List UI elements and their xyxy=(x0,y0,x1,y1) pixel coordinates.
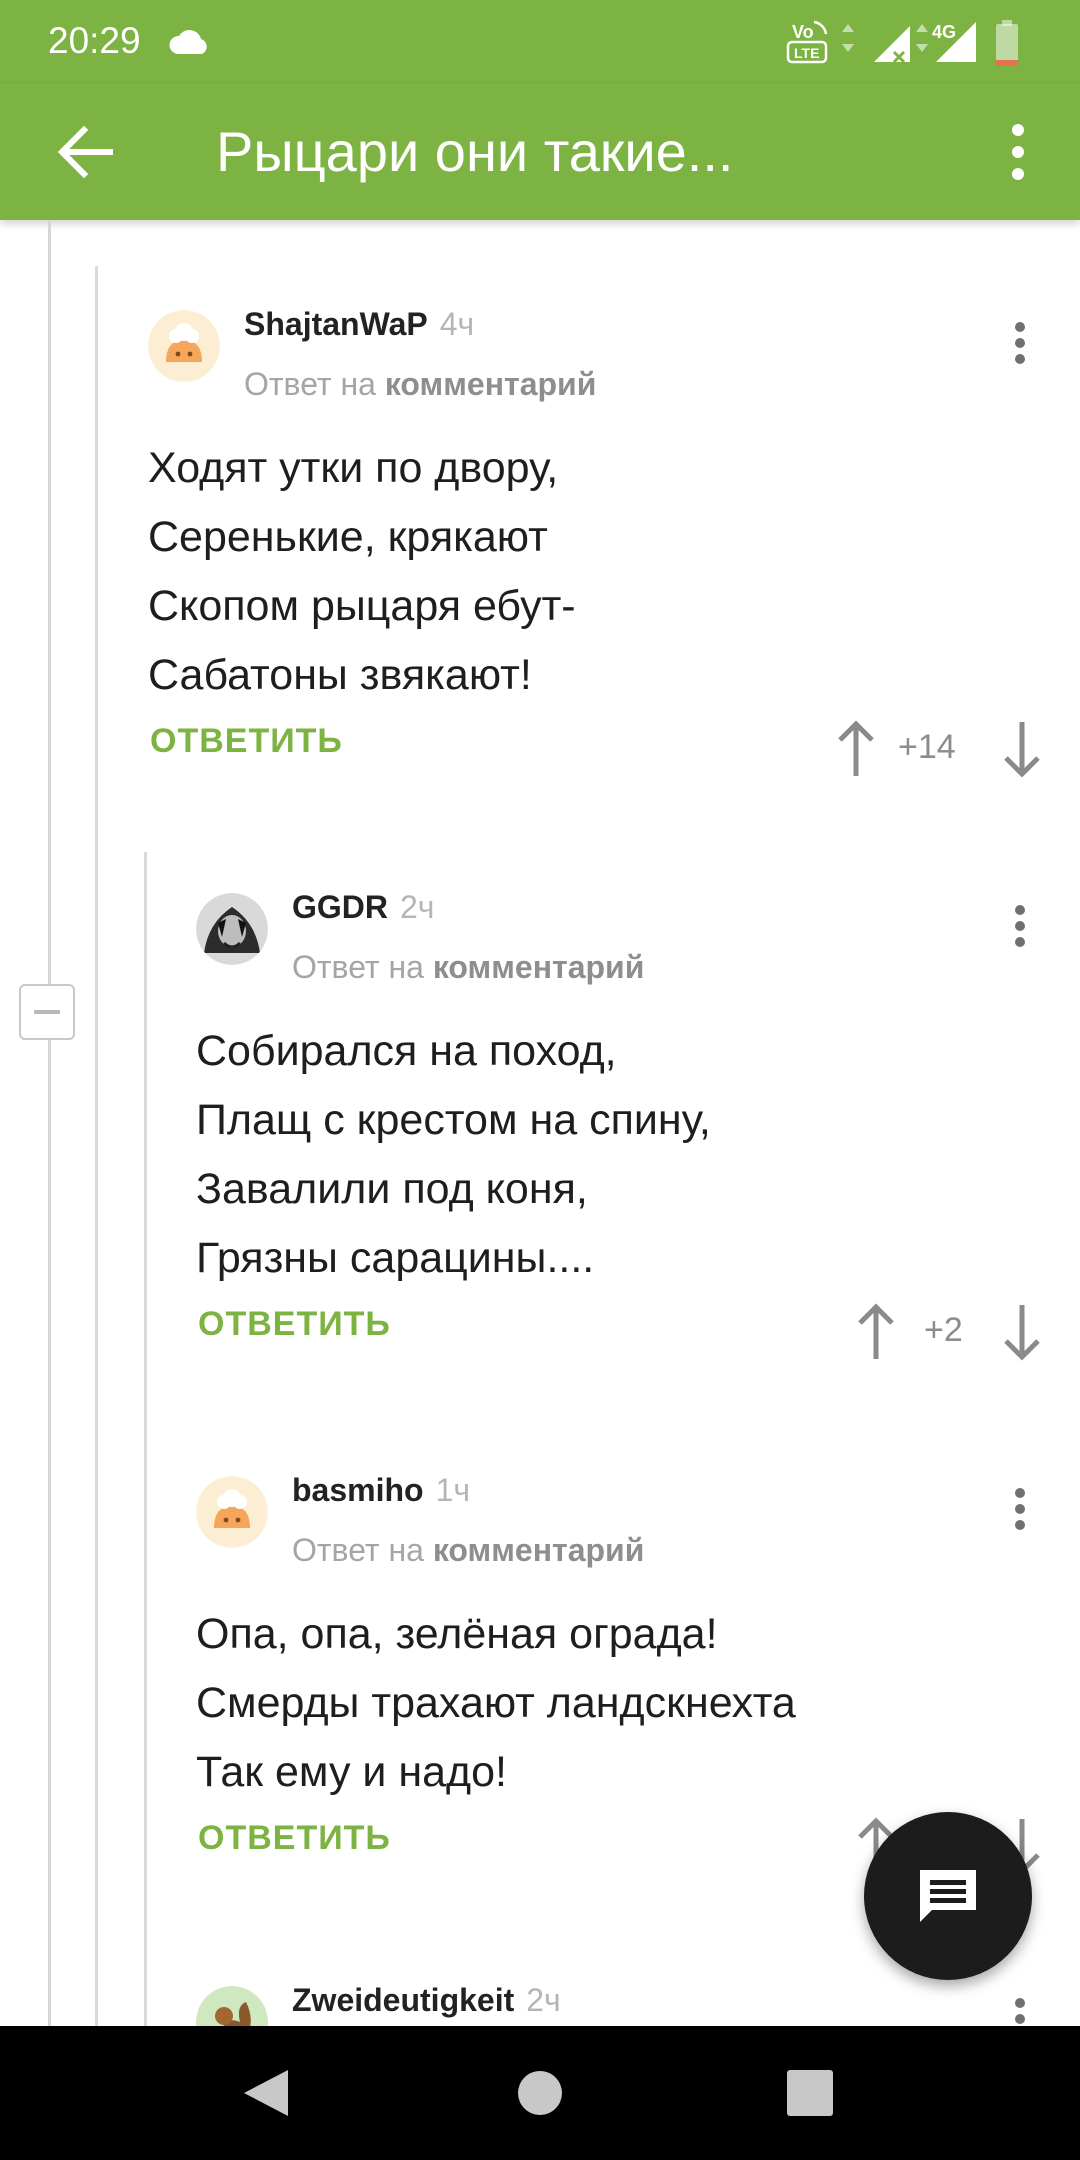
nav-home-button[interactable] xyxy=(495,2048,585,2138)
status-time: 20:29 xyxy=(48,20,141,61)
arrow-left-icon xyxy=(57,125,113,179)
squirrel-avatar-icon xyxy=(196,1986,268,2026)
comment-line: Завалили под коня, xyxy=(196,1165,588,1213)
add-comment-button[interactable] xyxy=(864,1812,1032,1980)
reply-to-label: Ответ на xyxy=(292,949,424,985)
comment-item: Zweideutigkeit 2ч xyxy=(196,1982,1048,2026)
avatar[interactable] xyxy=(148,310,220,382)
vote-controls: +2 xyxy=(848,1297,1048,1367)
comment-time: 2ч xyxy=(526,1982,561,2018)
svg-text:LTE: LTE xyxy=(794,45,819,61)
comment-line: Сабатоны звякают! xyxy=(148,651,532,699)
volte-icon: LTE Vo xyxy=(786,20,828,64)
comment-author[interactable]: ShajtanWaP 4ч xyxy=(244,306,474,343)
comment-time: 4ч xyxy=(439,306,475,342)
comment-text: Собирался на поход, Плащ с крестом на сп… xyxy=(196,1017,711,1293)
comment-line: Ходят утки по двору, xyxy=(148,444,559,492)
reply-to-label: Ответ на xyxy=(292,1532,424,1568)
comment-line: Плащ с крестом на спину, xyxy=(196,1096,711,1144)
page-title: Рыцари они такие... xyxy=(216,120,734,183)
reply-to-link[interactable]: комментарий xyxy=(385,366,597,402)
comments-thread[interactable]: ShajtanWaP 4ч Ответ на комментарий Ходят … xyxy=(0,220,1080,2026)
reply-to: Ответ на комментарий xyxy=(292,949,644,986)
downvote-button[interactable] xyxy=(994,1297,1050,1367)
signal-icon: 4G xyxy=(874,22,976,64)
status-bar: 20:29 LTE Vo 4G xyxy=(0,0,1080,84)
comment-line: Так ему и надо! xyxy=(196,1748,507,1796)
reply-to: Ответ на комментарий xyxy=(292,1532,644,1569)
arrow-down-icon xyxy=(1004,1305,1040,1361)
status-indicators-icon: LTE Vo 4G xyxy=(786,20,1018,66)
thread-line-nested xyxy=(95,266,98,2026)
thread-line-nested-2 xyxy=(144,852,147,2026)
more-vertical-icon xyxy=(1012,124,1024,180)
comment-time: 1ч xyxy=(435,1472,471,1508)
comment-text: Опа, опа, зелёная ограда! Смерды трахают… xyxy=(196,1600,796,1807)
comment-menu-button[interactable] xyxy=(1000,1994,1040,2026)
avatar[interactable] xyxy=(196,1476,268,1548)
avatar[interactable] xyxy=(196,1986,268,2026)
comment-author[interactable]: basmiho 1ч xyxy=(292,1472,470,1509)
comment-item: GGDR 2ч Ответ на комментарий Собирался на… xyxy=(196,889,1048,1453)
author-name[interactable]: basmiho xyxy=(292,1472,424,1508)
comment-line: Собирался на поход, xyxy=(196,1027,617,1075)
cloud-icon xyxy=(168,26,212,61)
author-name[interactable]: ShajtanWaP xyxy=(244,306,428,342)
arrow-up-icon xyxy=(858,1303,894,1359)
upvote-button[interactable] xyxy=(848,1297,904,1367)
status-icons: LTE Vo 4G xyxy=(786,14,1036,75)
comment-line: Грязны сарацины.... xyxy=(196,1234,595,1282)
upvote-button[interactable] xyxy=(828,714,884,784)
reply-button[interactable]: ОТВЕТИТЬ xyxy=(198,1305,391,1344)
thread-line xyxy=(48,220,51,2026)
more-options-button[interactable] xyxy=(976,110,1060,194)
author-name[interactable]: Zweideutigkeit xyxy=(292,1982,514,2018)
reply-button[interactable]: ОТВЕТИТЬ xyxy=(150,722,343,761)
comment-icon xyxy=(920,1870,976,1922)
author-name[interactable]: GGDR xyxy=(292,889,388,925)
comment-author[interactable]: Zweideutigkeit 2ч xyxy=(292,1982,561,2019)
system-nav-bar xyxy=(0,2026,1080,2160)
comment-menu-button[interactable] xyxy=(1000,318,1040,378)
back-triangle-icon xyxy=(244,2070,288,2116)
comment-score: +14 xyxy=(898,728,956,766)
app-bar: Рыцари они такие... xyxy=(0,84,1080,220)
avatar[interactable] xyxy=(196,893,268,965)
arrow-up-icon xyxy=(838,720,874,776)
comment-line: Скопом рыцаря ебут- xyxy=(148,582,576,630)
default-avatar-icon xyxy=(196,1476,268,1548)
recents-square-icon xyxy=(787,2070,833,2116)
network-label: 4G xyxy=(932,22,956,42)
reply-to-link[interactable]: комментарий xyxy=(433,949,645,985)
arrow-down-icon xyxy=(1004,722,1040,778)
comment-time: 2ч xyxy=(400,889,435,925)
comment-text: Ходят утки по двору, Серенькие, крякают … xyxy=(148,434,576,710)
photo-avatar-icon xyxy=(196,893,268,965)
collapse-thread-button[interactable] xyxy=(19,984,75,1040)
svg-text:Vo: Vo xyxy=(792,22,814,42)
comment-line: Опа, опа, зелёная ограда! xyxy=(196,1610,718,1658)
vote-controls: +14 xyxy=(828,714,1048,784)
comment-line: Смерды трахают ландскнехта xyxy=(196,1679,796,1727)
back-button[interactable] xyxy=(48,114,124,190)
home-circle-icon xyxy=(518,2071,562,2115)
reply-to: Ответ на комментарий xyxy=(244,366,596,403)
default-avatar-icon xyxy=(148,310,220,382)
battery-icon xyxy=(996,20,1018,66)
reply-to-link[interactable]: комментарий xyxy=(433,1532,645,1568)
comment-line: Серенькие, крякают xyxy=(148,513,548,561)
comment-menu-button[interactable] xyxy=(1000,901,1040,961)
reply-button[interactable]: ОТВЕТИТЬ xyxy=(198,1819,391,1858)
nav-recents-button[interactable] xyxy=(765,2048,855,2138)
nav-back-button[interactable] xyxy=(222,2048,312,2138)
comment-menu-button[interactable] xyxy=(1000,1484,1040,1544)
reply-to-label: Ответ на xyxy=(244,366,376,402)
comment-score: +2 xyxy=(924,1311,963,1349)
comment-item: ShajtanWaP 4ч Ответ на комментарий Ходят … xyxy=(148,306,1048,870)
downvote-button[interactable] xyxy=(994,714,1050,784)
comment-author[interactable]: GGDR 2ч xyxy=(292,889,434,926)
